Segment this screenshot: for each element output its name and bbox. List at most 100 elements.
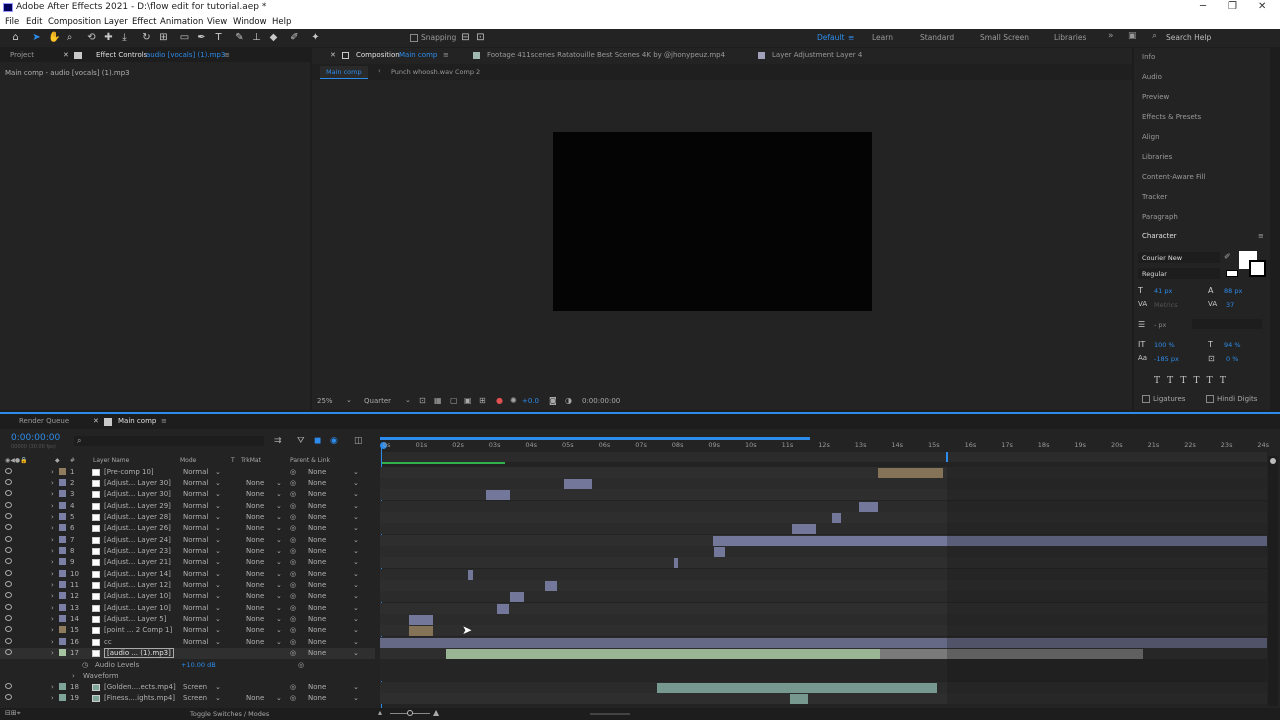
frame-blending-icon[interactable]: ◉ [330, 436, 338, 446]
fill-swatch-white[interactable] [1226, 270, 1238, 277]
tab-project[interactable]: Project [10, 51, 34, 59]
mask-visibility-icon[interactable]: ▢ [450, 396, 458, 405]
label-color-swatch[interactable] [59, 649, 66, 656]
layer-name[interactable]: [Adjust... Layer 30] [104, 479, 171, 487]
right-panel-scrollbar[interactable] [1272, 48, 1278, 393]
expand-twirl-icon[interactable]: › [51, 547, 54, 555]
label-color-swatch[interactable] [59, 694, 66, 701]
label-color-swatch[interactable] [59, 570, 66, 577]
expand-twirl-icon[interactable]: › [51, 615, 54, 623]
expand-twirl-icon[interactable]: › [51, 513, 54, 521]
layer-duration-bar[interactable] [790, 694, 808, 704]
layer-name[interactable]: [Adjust... Layer 28] [104, 513, 171, 521]
layer-duration-bar[interactable] [409, 626, 433, 636]
layer-name[interactable]: [Adjust... Layer 23] [104, 547, 171, 555]
blend-mode-select[interactable]: Normal [183, 479, 208, 487]
visibility-eye-icon[interactable] [5, 626, 12, 632]
panel-paragraph[interactable]: Paragraph [1142, 213, 1178, 221]
label-color-swatch[interactable] [59, 626, 66, 633]
font-family-select[interactable]: Courier New [1138, 252, 1220, 263]
expand-twirl-icon[interactable]: › [51, 479, 54, 487]
puppet-tool-icon[interactable]: ✦ [310, 32, 321, 43]
parent-select[interactable]: None [308, 490, 326, 498]
workspace-panel-icon[interactable]: ▣ [1128, 31, 1137, 41]
blend-mode-select[interactable]: Screen [183, 694, 207, 702]
panel-menu-icon[interactable]: ≡ [161, 417, 167, 425]
menu-effect[interactable]: Effect [132, 17, 156, 27]
snap-edges-icon[interactable]: ⊡ [475, 32, 486, 43]
lock-icon[interactable] [74, 52, 82, 59]
faux-style-buttons[interactable]: TTTTTT [1154, 376, 1233, 386]
menu-composition[interactable]: Composition [48, 17, 101, 27]
expand-twirl-icon[interactable]: › [51, 694, 54, 702]
track-matte-select[interactable]: None [246, 626, 264, 634]
clone-stamp-tool-icon[interactable]: ⊥ [251, 32, 262, 43]
label-color-swatch[interactable] [59, 592, 66, 599]
workspace-default[interactable]: Default [817, 33, 844, 42]
layer-name[interactable]: [Pre-comp 10] [104, 468, 154, 476]
label-color-swatch[interactable] [59, 683, 66, 690]
layer-duration-bar[interactable] [510, 592, 524, 602]
parent-select[interactable]: None [308, 524, 326, 532]
layer-name[interactable]: [Adjust... Layer 30] [104, 490, 171, 498]
pickwhip-icon[interactable]: ◎ [290, 502, 296, 510]
visibility-eye-icon[interactable] [5, 524, 12, 530]
tab-main-comp[interactable]: Main comp [118, 417, 156, 425]
exposure-value[interactable]: +0.0 [522, 397, 539, 405]
composition-viewer[interactable] [553, 132, 872, 311]
blend-mode-select[interactable]: Normal [183, 558, 208, 566]
label-color-swatch[interactable] [59, 581, 66, 588]
visibility-eye-icon[interactable] [5, 604, 12, 610]
menu-view[interactable]: View [207, 17, 227, 27]
visibility-eye-icon[interactable] [5, 536, 12, 542]
menu-window[interactable]: Window [233, 17, 267, 27]
layer-name[interactable]: [Adjust... Layer 10] [104, 592, 171, 600]
panel-character[interactable]: Character [1142, 232, 1177, 240]
track-matte-select[interactable]: None [246, 581, 264, 589]
parent-select[interactable]: None [308, 502, 326, 510]
pickwhip-icon[interactable]: ◎ [290, 694, 296, 702]
visibility-eye-icon[interactable] [5, 490, 12, 496]
expand-twirl-icon[interactable]: › [51, 468, 54, 476]
expand-twirl-icon[interactable]: › [51, 649, 54, 657]
layer-row[interactable]: › 14 [Adjust... Layer 5] Normal ⌄ None ⌄ ◎ None ⌄ [0, 614, 375, 625]
pickwhip-icon[interactable]: ◎ [290, 683, 296, 691]
timeline-timecode[interactable]: 0:00:00:00 [11, 433, 60, 443]
graph-editor-icon[interactable]: ◫ [354, 436, 363, 446]
label-color-swatch[interactable] [59, 547, 66, 554]
layer-row[interactable]: › 18 [Golden....ects.mp4] Screen ⌄ ◎ None ⌄ [0, 682, 375, 693]
stroke-color-swatch[interactable] [1249, 260, 1266, 277]
visibility-eye-icon[interactable] [5, 570, 12, 576]
layer-duration-bar[interactable] [545, 581, 557, 591]
layer-row[interactable]: › 10 [Adjust... Layer 14] Normal ⌄ None ⌄ ◎ None… [0, 569, 375, 580]
parent-select[interactable]: None [308, 694, 326, 702]
track-matte-select[interactable]: None [246, 615, 264, 623]
layer-search-input[interactable]: ⌕ [74, 436, 264, 446]
parent-select[interactable]: None [308, 649, 326, 657]
layer-row[interactable]: › 15 [point ... 2 Comp 1] Normal ⌄ None ⌄ ◎ None… [0, 625, 375, 636]
track-matte-select[interactable]: None [246, 558, 264, 566]
layer-row[interactable]: › 16 cc Normal ⌄ None ⌄ ◎ None ⌄ [0, 637, 375, 648]
label-color-swatch[interactable] [59, 490, 66, 497]
layer-name[interactable]: cc [104, 638, 112, 646]
pickwhip-icon[interactable]: ◎ [290, 604, 296, 612]
close-icon[interactable]: ✕ [1258, 1, 1266, 12]
pickwhip-icon[interactable]: ◎ [290, 513, 296, 521]
tab-render-queue[interactable]: Render Queue [19, 417, 69, 425]
shy-layers-icon[interactable]: ◼ [314, 436, 321, 446]
visibility-eye-icon[interactable] [5, 513, 12, 519]
parent-select[interactable]: None [308, 558, 326, 566]
layer-row[interactable]: › 13 [Adjust... Layer 10] Normal ⌄ None ⌄ ◎ None… [0, 603, 375, 614]
stopwatch-icon[interactable]: ◷ [82, 661, 88, 669]
layer-row[interactable]: › 9 [Adjust... Layer 21] Normal ⌄ None ⌄ ◎ None ⌄ [0, 557, 375, 568]
font-size-value[interactable]: 41 px [1154, 287, 1172, 295]
kerning-value[interactable]: Metrics [1154, 301, 1178, 309]
label-color-swatch[interactable] [59, 502, 66, 509]
visibility-eye-icon[interactable] [5, 683, 12, 689]
visibility-eye-icon[interactable] [5, 479, 12, 485]
layer-duration-bar[interactable] [409, 615, 433, 625]
workspace-menu-icon[interactable]: ≡ [848, 33, 854, 42]
minimize-icon[interactable]: ─ [1200, 1, 1206, 12]
layer-name[interactable]: [Adjust... Layer 29] [104, 502, 171, 510]
workspace-standard[interactable]: Standard [920, 33, 954, 42]
